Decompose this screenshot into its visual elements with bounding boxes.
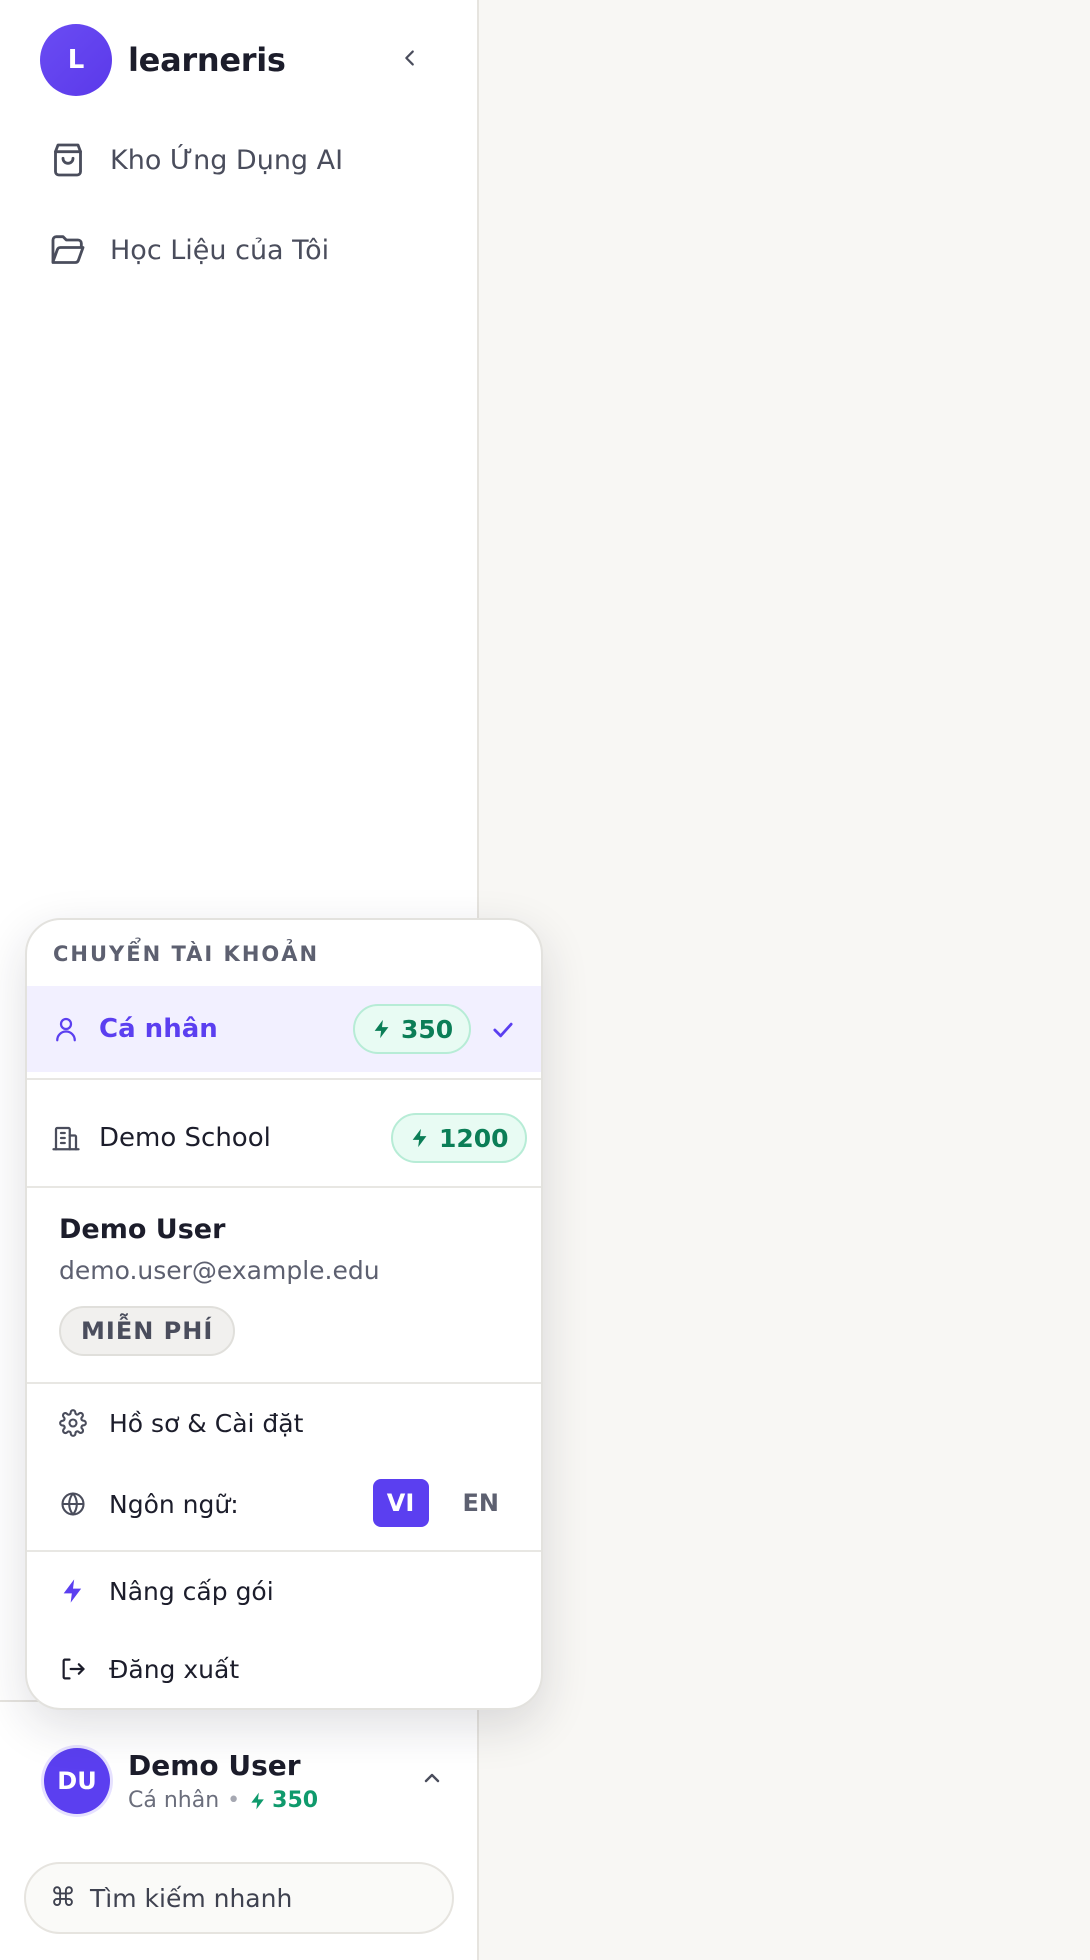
credit-badge: 1200 <box>391 1113 527 1163</box>
logout-label: Đăng xuất <box>109 1654 240 1684</box>
nav-item-label: Học Liệu của Tôi <box>110 234 330 266</box>
user-icon <box>56 1017 76 1042</box>
language-vi-button[interactable]: VI <box>372 1479 429 1527</box>
account-label: Demo School <box>99 1123 271 1153</box>
credit-count: 350 <box>248 1788 318 1813</box>
chevron-left-icon <box>405 50 414 66</box>
quick-search-label: Tìm kiếm nhanh <box>90 1883 293 1913</box>
divider <box>27 1550 541 1552</box>
language-label: Ngôn ngữ: <box>109 1489 239 1519</box>
language-en-button[interactable]: EN <box>453 1479 509 1527</box>
gear-icon <box>59 1409 87 1437</box>
language-row: Ngôn ngữ: VI EN <box>59 1479 509 1529</box>
brand-name: learneris <box>128 41 286 79</box>
account-option-personal[interactable]: Cá nhân 350 <box>27 986 541 1072</box>
divider <box>27 1382 541 1384</box>
logout-item[interactable]: Đăng xuất <box>59 1644 509 1694</box>
account-label: Cá nhân <box>99 1014 218 1044</box>
collapse-sidebar-button[interactable] <box>392 40 428 76</box>
building-icon <box>52 1126 80 1151</box>
globe-icon <box>61 1492 85 1516</box>
lightning-icon <box>412 1128 427 1148</box>
divider <box>27 1186 541 1188</box>
nav-item-ai-store[interactable]: Kho Ứng Dụng AI <box>48 130 343 190</box>
credit-badge: 350 <box>353 1004 472 1054</box>
lightning-icon <box>374 1019 389 1039</box>
shopping-bag-icon <box>54 143 82 177</box>
profile-name: Demo User <box>59 1214 226 1245</box>
credit-value: 350 <box>272 1788 319 1813</box>
nav-item-label: Kho Ứng Dụng AI <box>110 144 344 176</box>
user-menu-trigger[interactable]: DU Demo User Cá nhân • 350 <box>44 1748 444 1814</box>
credit-value: 1200 <box>439 1123 509 1153</box>
divider <box>27 1078 541 1080</box>
profile-email: demo.user@example.edu <box>59 1256 380 1285</box>
credit-value: 350 <box>401 1014 454 1044</box>
user-info: Demo User Cá nhân • 350 <box>128 1749 318 1813</box>
logout-icon <box>62 1658 85 1680</box>
quick-search-button[interactable]: ⌘ Tìm kiếm nhanh <box>24 1862 454 1934</box>
avatar: DU <box>44 1748 110 1814</box>
user-name: Demo User <box>128 1749 301 1782</box>
account-type: Cá nhân <box>128 1788 220 1813</box>
profile-settings-item[interactable]: Hồ sơ & Cài đặt <box>59 1398 509 1448</box>
command-icon: ⌘ <box>50 1883 76 1913</box>
plan-badge: MIỄN PHÍ <box>59 1306 236 1356</box>
user-subtitle: Cá nhân • 350 <box>128 1788 318 1813</box>
account-option-demo-school[interactable]: Demo School 1200 <box>27 1088 541 1188</box>
switch-account-title: CHUYỂN TÀI KHOẢN <box>53 942 320 966</box>
upgrade-plan-item[interactable]: Nâng cấp gói <box>59 1566 509 1616</box>
folder-open-icon <box>51 235 85 264</box>
brand[interactable]: L learneris <box>40 24 286 96</box>
lightning-icon <box>63 1579 82 1603</box>
account-menu-popover: CHUYỂN TÀI KHOẢN Cá nhân 350 Demo School… <box>25 918 543 1710</box>
brand-logo: L <box>40 24 112 96</box>
upgrade-plan-label: Nâng cấp gói <box>109 1576 274 1606</box>
language-toggle: VI EN <box>372 1479 509 1527</box>
profile-settings-label: Hồ sơ & Cài đặt <box>109 1408 304 1438</box>
separator-dot: • <box>227 1788 241 1813</box>
lightning-icon <box>251 1792 264 1809</box>
chevron-up-icon <box>420 1766 444 1794</box>
nav-item-my-materials[interactable]: Học Liệu của Tôi <box>48 220 329 280</box>
check-icon <box>493 1022 513 1038</box>
